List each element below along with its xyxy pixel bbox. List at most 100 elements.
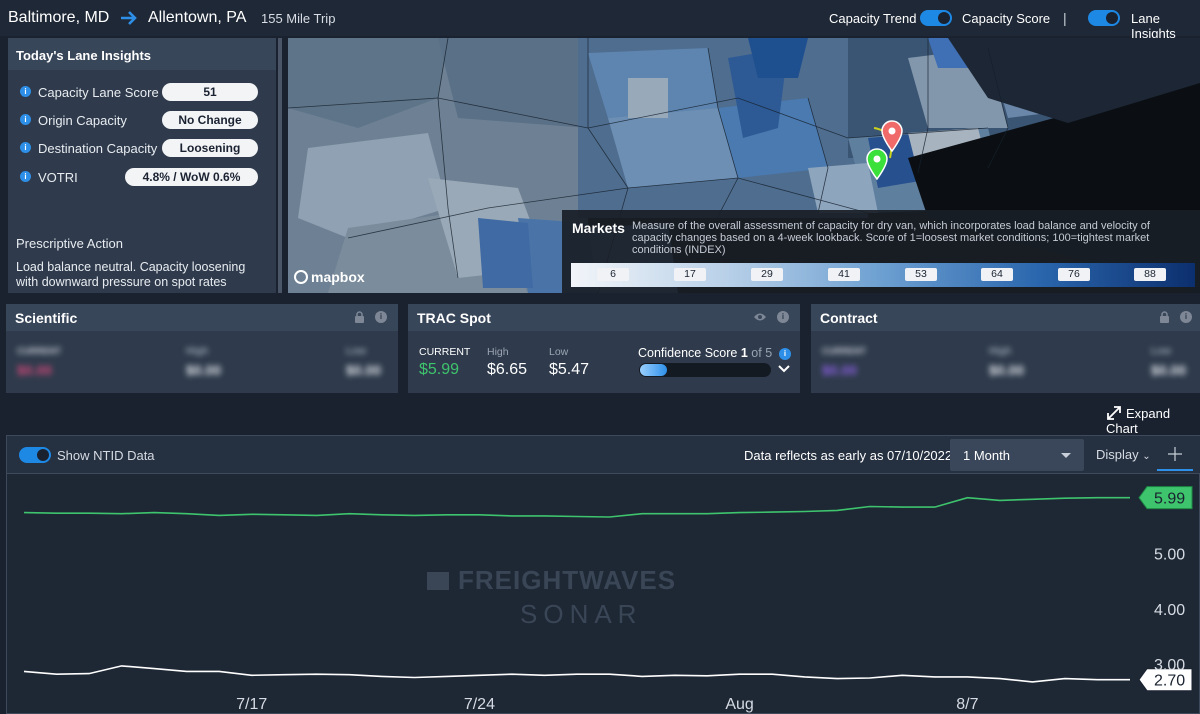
lane-insights-panel: Today's Lane Insights i Capacity Lane Sc… — [8, 38, 282, 293]
legend-tick: 41 — [828, 268, 860, 281]
contract-current: $0.00 — [822, 362, 858, 378]
prescriptive-action-text: Load balance neutral. Capacity loosening… — [16, 260, 246, 289]
insights-scrollbar[interactable] — [278, 38, 282, 293]
lane-header: Baltimore, MD Allentown, PA 155 Mile Tri… — [0, 0, 1200, 41]
trac-spot-card: TRAC Spot i CURRENT $5.99 High $6.65 Low… — [408, 304, 800, 393]
scientific-high: $0.00 — [186, 362, 222, 378]
capacity-trend-label: Capacity Trend — [829, 11, 917, 26]
legend-tick: 64 — [981, 268, 1013, 281]
legend-tick: 29 — [751, 268, 783, 281]
scientific-card-header: Scientific i — [6, 304, 398, 331]
capacity-score-label: Capacity Score — [962, 11, 1051, 26]
chart-toolbar: Show NTID Data Data reflects as early as… — [7, 436, 1200, 474]
scientific-current: $0.00 — [17, 362, 53, 378]
legend-tick: 53 — [905, 268, 937, 281]
insight-label: Origin Capacity — [38, 113, 127, 128]
trac-current-value: $5.99 — [419, 361, 460, 378]
origin-city: Baltimore, MD — [8, 9, 110, 26]
capacity-toggle[interactable] — [920, 10, 952, 26]
insight-row-destination-capacity: i Destination Capacity Loosening — [8, 138, 276, 158]
range-select[interactable]: 1 Month — [950, 439, 1084, 471]
markets-legend: Markets Measure of the overall assessmen… — [562, 210, 1200, 293]
mapbox-logo: mapbox — [294, 269, 365, 285]
ntid-label: Show NTID Data — [57, 448, 155, 463]
crosshair-icon — [1168, 447, 1182, 461]
confidence-score-of: of 5 — [751, 346, 773, 360]
display-label: Display — [1096, 447, 1139, 462]
votri-value: 4.8% / WoW 0.6% — [125, 168, 258, 186]
trac-low-label: Low — [549, 346, 569, 358]
trac-low-value: $5.47 — [549, 361, 590, 378]
arrow-right-icon — [121, 11, 137, 25]
legend-tick: 17 — [674, 268, 706, 281]
contract-title: Contract — [820, 310, 878, 326]
confidence-score-value: 1 — [740, 346, 748, 360]
trip-distance: 155 Mile Trip — [261, 11, 336, 26]
scientific-high-label: High — [186, 346, 209, 357]
trac-current-label: CURRENT — [419, 346, 471, 358]
markets-title: Markets — [572, 220, 625, 236]
contract-high: $0.00 — [989, 362, 1025, 378]
insight-label: VOTRI — [38, 170, 78, 185]
confidence-bar — [639, 363, 771, 377]
trac-high-value: $6.65 — [487, 361, 528, 378]
info-icon[interactable]: i — [20, 114, 31, 125]
mapbox-icon — [294, 270, 308, 284]
info-icon[interactable]: i — [779, 348, 791, 360]
chart-panel: Show NTID Data Data reflects as early as… — [6, 435, 1200, 714]
trac-spot-card-header: TRAC Spot i — [408, 304, 800, 331]
contract-card-header: Contract i — [811, 304, 1200, 331]
destination-capacity-value: Loosening — [162, 139, 258, 157]
trac-spot-title: TRAC Spot — [417, 310, 491, 326]
contract-high-label: High — [989, 346, 1012, 357]
lane-insights-label: Lane Insights — [1131, 11, 1176, 41]
insight-label: Capacity Lane Score — [38, 85, 159, 100]
scientific-title: Scientific — [15, 310, 78, 326]
trac-high-label: High — [487, 346, 509, 358]
lock-icon — [355, 311, 364, 323]
info-icon[interactable]: i — [777, 311, 789, 323]
info-icon[interactable]: i — [1180, 311, 1192, 323]
insight-row-capacity-lane-score: i Capacity Lane Score 51 — [8, 82, 276, 102]
confidence-score-text: Confidence Score — [638, 346, 738, 360]
scientific-low-label: Low — [346, 346, 366, 357]
info-icon[interactable]: i — [20, 171, 31, 182]
range-select-value: 1 Month — [963, 448, 1010, 463]
confidence-score-label: Confidence Score 1 of 5 — [638, 346, 772, 360]
insight-row-votri: i VOTRI 4.8% / WoW 0.6% — [8, 167, 276, 187]
prescriptive-action-title: Prescriptive Action — [16, 236, 123, 251]
display-menu[interactable]: Display ⌄ — [1096, 447, 1151, 462]
legend-tick: 88 — [1134, 268, 1166, 281]
lock-icon — [1160, 311, 1169, 323]
info-icon[interactable]: i — [20, 142, 31, 153]
lane-insights-toggle[interactable] — [1088, 10, 1120, 26]
data-reflects-text: Data reflects as early as 07/10/2022 — [744, 448, 953, 463]
lane-insights-title: Today's Lane Insights — [8, 38, 276, 70]
legend-gradient: 6 17 29 41 53 64 76 88 — [571, 263, 1195, 287]
scientific-low: $0.00 — [346, 362, 382, 378]
contract-low-label: Low — [1151, 346, 1171, 357]
confidence-bar-fill — [640, 364, 667, 376]
info-icon[interactable]: i — [375, 311, 387, 323]
ntid-toggle[interactable] — [19, 447, 51, 463]
contract-low: $0.00 — [1151, 362, 1187, 378]
caret-down-icon — [1061, 453, 1071, 458]
chevron-down-icon[interactable] — [778, 365, 790, 373]
markets-description: Measure of the overall assessment of cap… — [632, 220, 1150, 256]
info-icon[interactable]: i — [20, 86, 31, 97]
expand-icon — [1107, 406, 1121, 420]
origin-pin-icon[interactable] — [865, 148, 889, 180]
legend-tick: 6 — [597, 268, 629, 281]
scientific-current-label: CURRENT — [17, 346, 61, 356]
chevron-down-icon: ⌄ — [1142, 451, 1151, 462]
contract-card: Contract i CURRENT $0.00 High $0.00 Low … — [811, 304, 1200, 393]
capacity-map[interactable]: mapbox Markets Measure of the overall as… — [288, 38, 1200, 293]
origin-capacity-value: No Change — [162, 111, 258, 129]
crosshair-tool[interactable] — [1157, 439, 1193, 471]
legend-tick: 76 — [1058, 268, 1090, 281]
header-separator: | — [1063, 10, 1067, 26]
eye-icon[interactable] — [753, 312, 767, 322]
mapbox-attribution: mapbox — [311, 269, 365, 285]
expand-chart-button[interactable]: Expand Chart — [1106, 405, 1200, 436]
capacity-lane-score-value: 51 — [162, 83, 258, 101]
